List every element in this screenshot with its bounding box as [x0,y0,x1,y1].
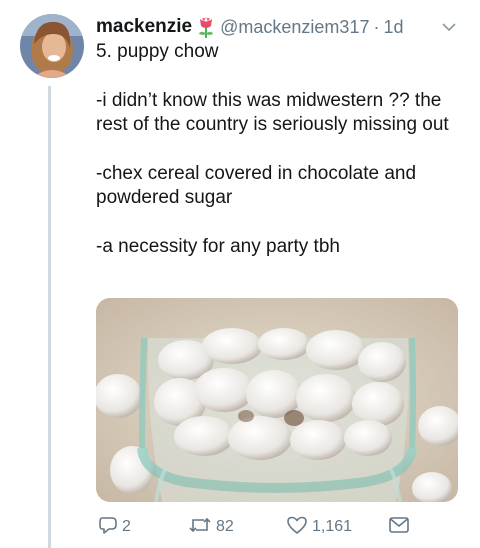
tweet-timestamp[interactable]: 1d [383,17,403,38]
tweet-media-photo[interactable] [96,298,458,502]
tweet-paragraph: -chex cereal covered in chocolate and po… [96,162,417,209]
reply-icon [98,515,118,540]
tweet-paragraph: -a necessity for any party tbh [96,235,340,257]
tweet-header: mackenzie @mackenziem317 · 1d [96,14,460,40]
rose-emoji [196,16,216,38]
direct-message-button[interactable] [388,516,410,539]
tweet-actions: 2 82 1,161 [96,514,426,540]
reply-button[interactable]: 2 [98,515,131,540]
retweet-icon [188,515,212,540]
retweet-count: 82 [216,518,234,535]
avatar[interactable] [20,14,84,78]
avatar-image [20,14,84,78]
user-handle[interactable]: @mackenziem317 [220,17,369,38]
reply-count: 2 [122,518,131,535]
retweet-button[interactable]: 82 [188,515,234,540]
separator-dot: · [373,16,380,37]
tweet-paragraph: -i didn’t know this was midwestern ?? th… [96,89,449,136]
tweet-paragraph: 5. puppy chow [96,41,219,62]
display-name[interactable]: mackenzie [96,16,192,38]
heart-icon [286,515,308,540]
tweet-text: 5. puppy chow -i didn’t know this was mi… [96,40,456,259]
chevron-down-icon[interactable] [438,16,460,38]
envelope-icon [388,516,410,539]
like-count: 1,161 [312,518,353,535]
like-button[interactable]: 1,161 [286,515,352,540]
thread-line [48,86,51,548]
puppy-chow-photo [96,298,458,502]
